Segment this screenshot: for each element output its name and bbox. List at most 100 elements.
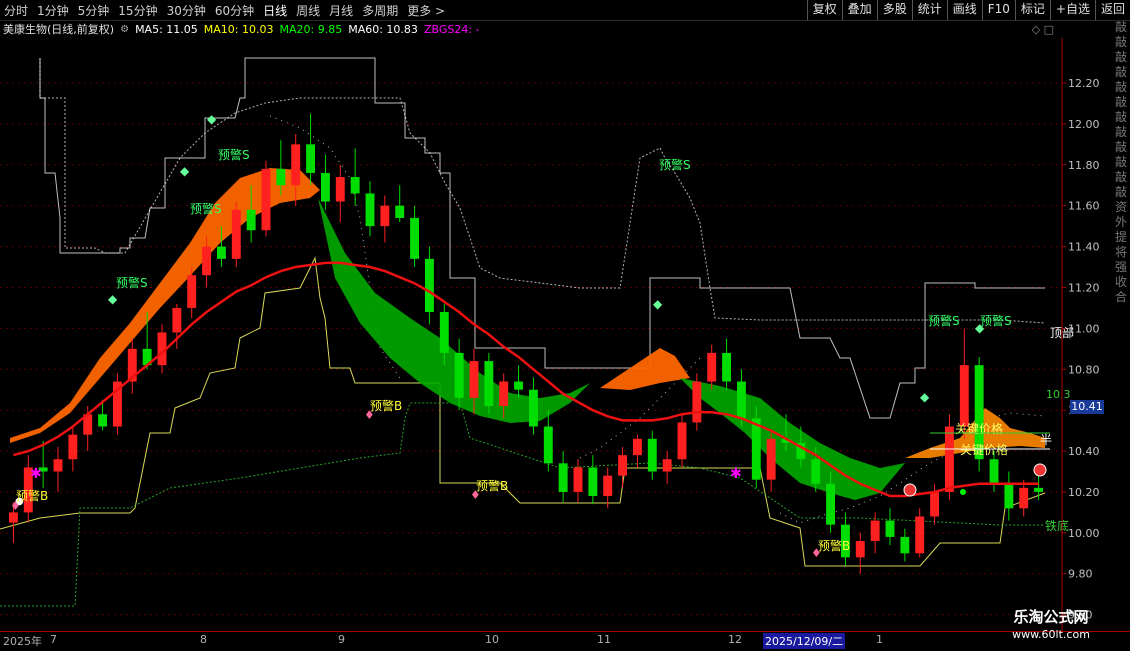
candle <box>885 508 895 546</box>
candle-body <box>202 246 212 276</box>
candle <box>707 344 717 390</box>
period-tabs: 分时 1分钟 5分钟 15分钟 30分钟 60分钟 日线 周线 月线 多周期 更… <box>4 0 454 20</box>
price-tick-label: 10.20 <box>1068 486 1100 499</box>
candle <box>662 451 672 484</box>
candle <box>320 154 330 210</box>
draw-line-button[interactable]: 画线 <box>946 0 982 20</box>
warn-s-label: 预警S <box>928 313 960 328</box>
magenta-cross-icon: ✱ <box>30 466 42 482</box>
warn-b-label: 预警B <box>16 488 48 503</box>
tab-5min[interactable]: 5分钟 <box>78 2 110 19</box>
side-panel-char: 敲 <box>1114 35 1127 49</box>
tab-multi-period[interactable]: 多周期 <box>362 2 398 19</box>
warn-s-label: 预警S <box>659 157 691 172</box>
warn-s-label: 预警S <box>116 275 148 290</box>
candle <box>766 430 776 492</box>
candle-body <box>826 483 836 525</box>
candle <box>618 446 628 488</box>
side-panel-char: 提 <box>1114 230 1127 244</box>
candle-body <box>885 520 895 537</box>
tab-daily[interactable]: 日线 <box>263 2 287 19</box>
candle-body <box>647 438 657 472</box>
candle-body <box>692 381 702 423</box>
candle-body <box>855 541 865 558</box>
add-watchlist-button[interactable]: +自选 <box>1049 0 1095 20</box>
side-panel-char: 资 <box>1114 200 1127 214</box>
back-button[interactable]: 返回 <box>1094 0 1130 20</box>
settings-gear-icon[interactable]: ⚙ <box>120 24 129 35</box>
candle-body <box>811 459 821 484</box>
side-panel-strip[interactable]: 敲敲敲敲敲敲敲敲敲敲敲敲资外提将强收合 <box>1112 20 1130 650</box>
candle-body <box>1004 483 1014 509</box>
tab-15min[interactable]: 15分钟 <box>118 2 157 19</box>
candle-body <box>514 381 524 390</box>
candle-body <box>751 418 761 480</box>
candle-body <box>231 209 241 259</box>
price-axis: 12.20 12.00 11.80 11.60 11.40 11.20 11.00 10.80… <box>1061 38 1100 631</box>
candle-body <box>469 361 479 398</box>
side-panel-char: 强 <box>1114 260 1127 274</box>
side-panel-char: 敲 <box>1114 125 1127 139</box>
warn-b-label: 预警B <box>818 538 850 553</box>
candle <box>588 455 598 505</box>
candle-body <box>930 491 940 517</box>
candle-body <box>677 422 687 460</box>
diamond-icon: ◆ <box>920 390 930 404</box>
candle <box>632 434 642 468</box>
warn-b-label: 预警B <box>476 478 508 493</box>
diamond-icon: ◆ <box>207 112 217 126</box>
side-panel-char: 敲 <box>1114 185 1127 199</box>
green-ribbon-2 <box>680 378 905 500</box>
watermark-title: 乐淘公式网 <box>1013 608 1089 626</box>
mark-button[interactable]: 标记 <box>1014 0 1050 20</box>
ma5-value: MA5: 11.05 <box>135 22 198 36</box>
kline-svg[interactable]: ● ✱ ✱ ◆ ◆ ◆ ◆ ◆ ◆ ♦ ♦ ♦ ♦ 预警S 预警S 预警S 预警… <box>0 38 1112 631</box>
candle <box>989 451 999 492</box>
adjust-button[interactable]: 复权 <box>806 0 842 20</box>
warn-s-label: 预警S <box>980 313 1012 328</box>
orange-ribbon <box>10 168 320 443</box>
overlay-button[interactable]: 叠加 <box>841 0 877 20</box>
candle-body <box>959 365 969 427</box>
candle-body <box>395 205 405 218</box>
tab-30min[interactable]: 30分钟 <box>167 2 206 19</box>
side-panel-char: 敲 <box>1114 155 1127 169</box>
candle-body <box>543 426 553 464</box>
side-panel-char: 敲 <box>1114 50 1127 64</box>
warn-b-label: 预警B <box>370 398 402 413</box>
candle-body <box>246 209 256 231</box>
kline-chart[interactable]: ● ✱ ✱ ◆ ◆ ◆ ◆ ◆ ◆ ♦ ♦ ♦ ♦ 预警S 预警S 预警S 预警… <box>0 38 1112 635</box>
watermark: 乐淘公式网 www.60lt.com <box>992 606 1110 648</box>
candle-body <box>1034 487 1044 492</box>
candle <box>514 365 524 398</box>
candle <box>335 164 345 223</box>
side-panel-char: 敲 <box>1114 80 1127 94</box>
candle <box>1019 479 1029 517</box>
candle-body <box>573 467 583 492</box>
green-ribbon <box>318 198 590 423</box>
candle <box>647 430 657 480</box>
candle <box>424 246 434 325</box>
stats-button[interactable]: 统计 <box>911 0 947 20</box>
tab-monthly[interactable]: 月线 <box>329 2 353 19</box>
f10-button[interactable]: F10 <box>981 0 1015 20</box>
tab-60min[interactable]: 60分钟 <box>215 2 254 19</box>
candle <box>915 508 925 558</box>
candle <box>573 459 583 503</box>
watermark-url: www.60lt.com <box>1012 628 1090 641</box>
side-panel-char: 敲 <box>1114 170 1127 184</box>
tab-timeshare[interactable]: 分时 <box>4 2 28 19</box>
candle-body <box>424 258 434 313</box>
tab-more[interactable]: 更多 > <box>407 2 445 19</box>
selected-date: 2025/12/09/二 <box>763 633 846 649</box>
multi-stock-button[interactable]: 多股 <box>876 0 912 20</box>
panel-controls[interactable]: ◇ □ <box>1032 23 1054 36</box>
candle-body <box>291 144 301 186</box>
tab-weekly[interactable]: 周线 <box>296 2 320 19</box>
price-tick-label: 9.80 <box>1068 568 1093 581</box>
candle-body <box>439 312 449 353</box>
tab-1min[interactable]: 1分钟 <box>37 2 69 19</box>
candle <box>692 373 702 431</box>
indicator-infobar: 美康生物(日线,前复权) ⚙ MA5: 11.05 MA10: 10.03 MA… <box>0 21 1060 37</box>
half-label: 半 <box>1040 433 1052 447</box>
